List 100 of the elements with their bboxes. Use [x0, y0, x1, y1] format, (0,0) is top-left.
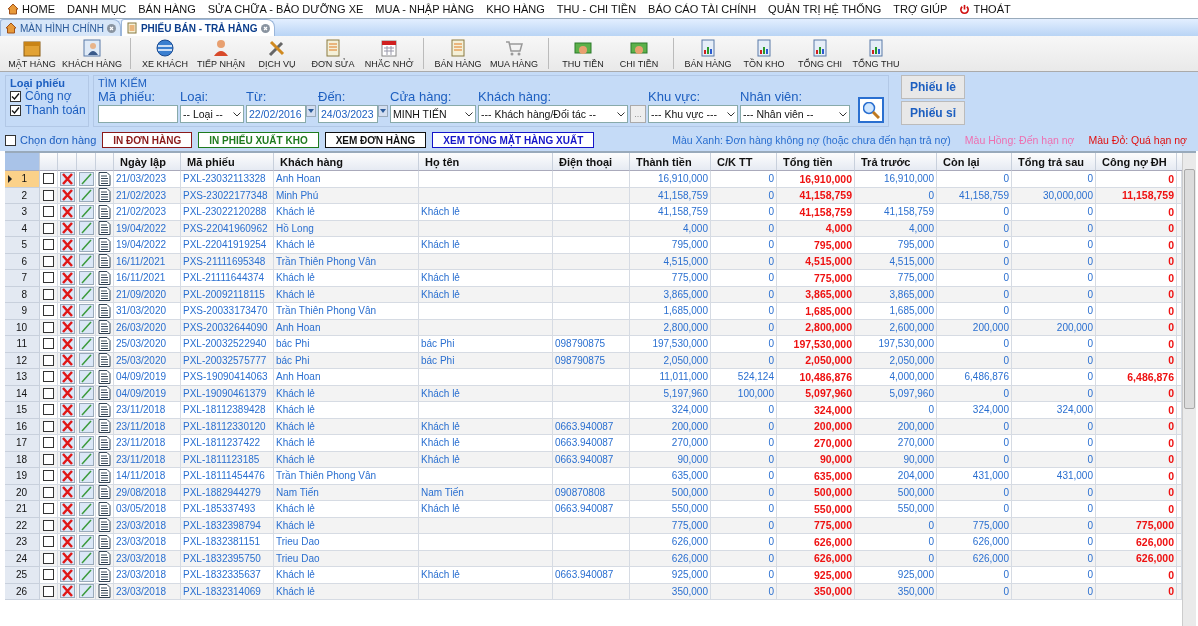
document-icon[interactable] — [98, 485, 111, 500]
checkbox-option[interactable]: Thanh toán — [10, 103, 84, 117]
toolbar-button[interactable]: ĐƠN SỬA — [305, 38, 361, 69]
toolbar-button[interactable]: CHI TIỀN — [611, 38, 667, 69]
toolbar-button[interactable]: MẶT HÀNG — [4, 38, 60, 69]
delete-icon[interactable] — [59, 254, 75, 269]
toolbar-button[interactable]: TIẾP NHẬN — [193, 38, 249, 69]
document-icon[interactable] — [98, 221, 111, 236]
document-icon[interactable] — [98, 254, 111, 269]
document-icon[interactable] — [98, 270, 111, 285]
menu-item[interactable]: MUA - NHẬP HÀNG — [372, 3, 484, 15]
delete-icon[interactable] — [59, 171, 75, 186]
menu-item[interactable]: DANH MỤC — [64, 3, 136, 15]
document-icon[interactable] — [98, 567, 111, 582]
checkbox[interactable] — [43, 585, 54, 597]
checkbox[interactable] — [43, 255, 54, 267]
action-button[interactable]: XEM ĐƠN HÀNG — [324, 132, 427, 148]
document-icon[interactable] — [98, 320, 111, 335]
checkbox[interactable] — [43, 387, 54, 399]
checkbox[interactable] — [43, 222, 54, 234]
checkbox[interactable] — [43, 453, 54, 465]
scrollbar[interactable] — [1182, 153, 1196, 626]
checkbox[interactable] — [43, 404, 54, 416]
toolbar-button[interactable]: BÁN HÀNG — [680, 38, 736, 69]
toolbar-button[interactable]: THU TIỀN — [555, 38, 611, 69]
checkbox[interactable] — [43, 338, 54, 350]
checkbox[interactable] — [10, 104, 21, 116]
action-button[interactable]: IN PHIẾU XUẤT KHO — [198, 132, 319, 148]
toolbar-button[interactable]: BÁN HÀNG — [430, 38, 486, 69]
search-button[interactable] — [858, 97, 884, 123]
checkbox[interactable] — [43, 503, 54, 515]
delete-icon[interactable] — [59, 584, 75, 599]
delete-icon[interactable] — [59, 188, 75, 203]
menu-item[interactable]: QUẢN TRỊ HỆ THỐNG — [765, 3, 891, 15]
checkbox[interactable] — [43, 519, 54, 531]
document-icon[interactable] — [98, 204, 111, 219]
toolbar-button[interactable]: TỒN KHO — [736, 38, 792, 69]
toolbar-button[interactable]: TỔNG THU — [848, 38, 904, 69]
dropdown-field[interactable]: --- Khu vực --- — [648, 105, 738, 123]
tab[interactable]: MÀN HÌNH CHÍNH — [0, 19, 121, 36]
delete-icon[interactable] — [59, 518, 75, 533]
date-field[interactable]: 24/03/2023 — [318, 105, 378, 123]
checkbox[interactable] — [43, 189, 54, 201]
menu-item[interactable]: KHO HÀNG — [483, 3, 554, 15]
delete-icon[interactable] — [59, 485, 75, 500]
menu-item[interactable]: THU - CHI TIỀN — [553, 3, 646, 15]
menu-item[interactable]: THOÁT — [956, 3, 1020, 15]
checkbox[interactable] — [10, 90, 21, 102]
document-icon[interactable] — [98, 468, 111, 483]
document-icon[interactable] — [98, 452, 111, 467]
menu-item[interactable]: TRỢ GIÚP — [890, 3, 957, 15]
document-icon[interactable] — [98, 551, 111, 566]
document-icon[interactable] — [98, 386, 111, 401]
checkbox-option[interactable]: Công nợ — [10, 89, 84, 103]
checkbox[interactable] — [43, 569, 54, 581]
date-dropdown-button[interactable] — [378, 105, 388, 117]
dropdown-field[interactable]: --- Nhân viên -- — [740, 105, 850, 123]
checkbox[interactable] — [43, 354, 54, 366]
document-icon[interactable] — [98, 402, 111, 417]
delete-icon[interactable] — [59, 287, 75, 302]
toolbar-button[interactable]: DỊCH VỤ — [249, 38, 305, 69]
toolbar-button[interactable]: TỔNG CHI — [792, 38, 848, 69]
document-icon[interactable] — [98, 534, 111, 549]
checkbox[interactable] — [43, 206, 54, 218]
checkbox[interactable] — [43, 536, 54, 548]
document-icon[interactable] — [98, 419, 111, 434]
dropdown-field[interactable]: -- Loại -- — [180, 105, 244, 123]
toolbar-button[interactable]: XE KHÁCH — [137, 38, 193, 69]
close-icon[interactable] — [106, 23, 116, 33]
checkbox[interactable] — [43, 239, 54, 251]
document-icon[interactable] — [98, 369, 111, 384]
toolbar-button[interactable]: KHÁCH HÀNG — [60, 38, 124, 69]
action-button[interactable]: IN ĐƠN HÀNG — [102, 132, 193, 148]
menu-item[interactable]: BÁO CÁO TÀI CHÍNH — [645, 3, 766, 15]
menu-item[interactable]: BÁN HÀNG — [135, 3, 205, 15]
checkbox[interactable] — [43, 305, 54, 317]
voucher-code-field[interactable] — [98, 105, 178, 123]
delete-icon[interactable] — [59, 452, 75, 467]
dropdown-field[interactable]: MINH TIẾN — [390, 105, 476, 123]
delete-icon[interactable] — [59, 402, 75, 417]
checkbox[interactable] — [43, 470, 54, 482]
document-icon[interactable] — [98, 435, 111, 450]
checkbox-option[interactable]: Chọn đơn hàng — [5, 134, 97, 146]
delete-icon[interactable] — [59, 386, 75, 401]
document-icon[interactable] — [98, 501, 111, 516]
checkbox[interactable] — [43, 486, 54, 498]
close-icon[interactable] — [260, 23, 270, 33]
delete-icon[interactable] — [59, 468, 75, 483]
dropdown-field[interactable]: --- Khách hàng/Đối tác -- — [478, 105, 628, 123]
checkbox[interactable] — [43, 173, 54, 185]
document-icon[interactable] — [98, 237, 111, 252]
delete-icon[interactable] — [59, 369, 75, 384]
checkbox[interactable] — [43, 420, 54, 432]
checkbox[interactable] — [43, 288, 54, 300]
voucher-button[interactable]: Phiếu lẻ — [901, 75, 965, 99]
delete-icon[interactable] — [59, 435, 75, 450]
delete-icon[interactable] — [59, 270, 75, 285]
delete-icon[interactable] — [59, 204, 75, 219]
checkbox[interactable] — [43, 272, 54, 284]
delete-icon[interactable] — [59, 336, 75, 351]
